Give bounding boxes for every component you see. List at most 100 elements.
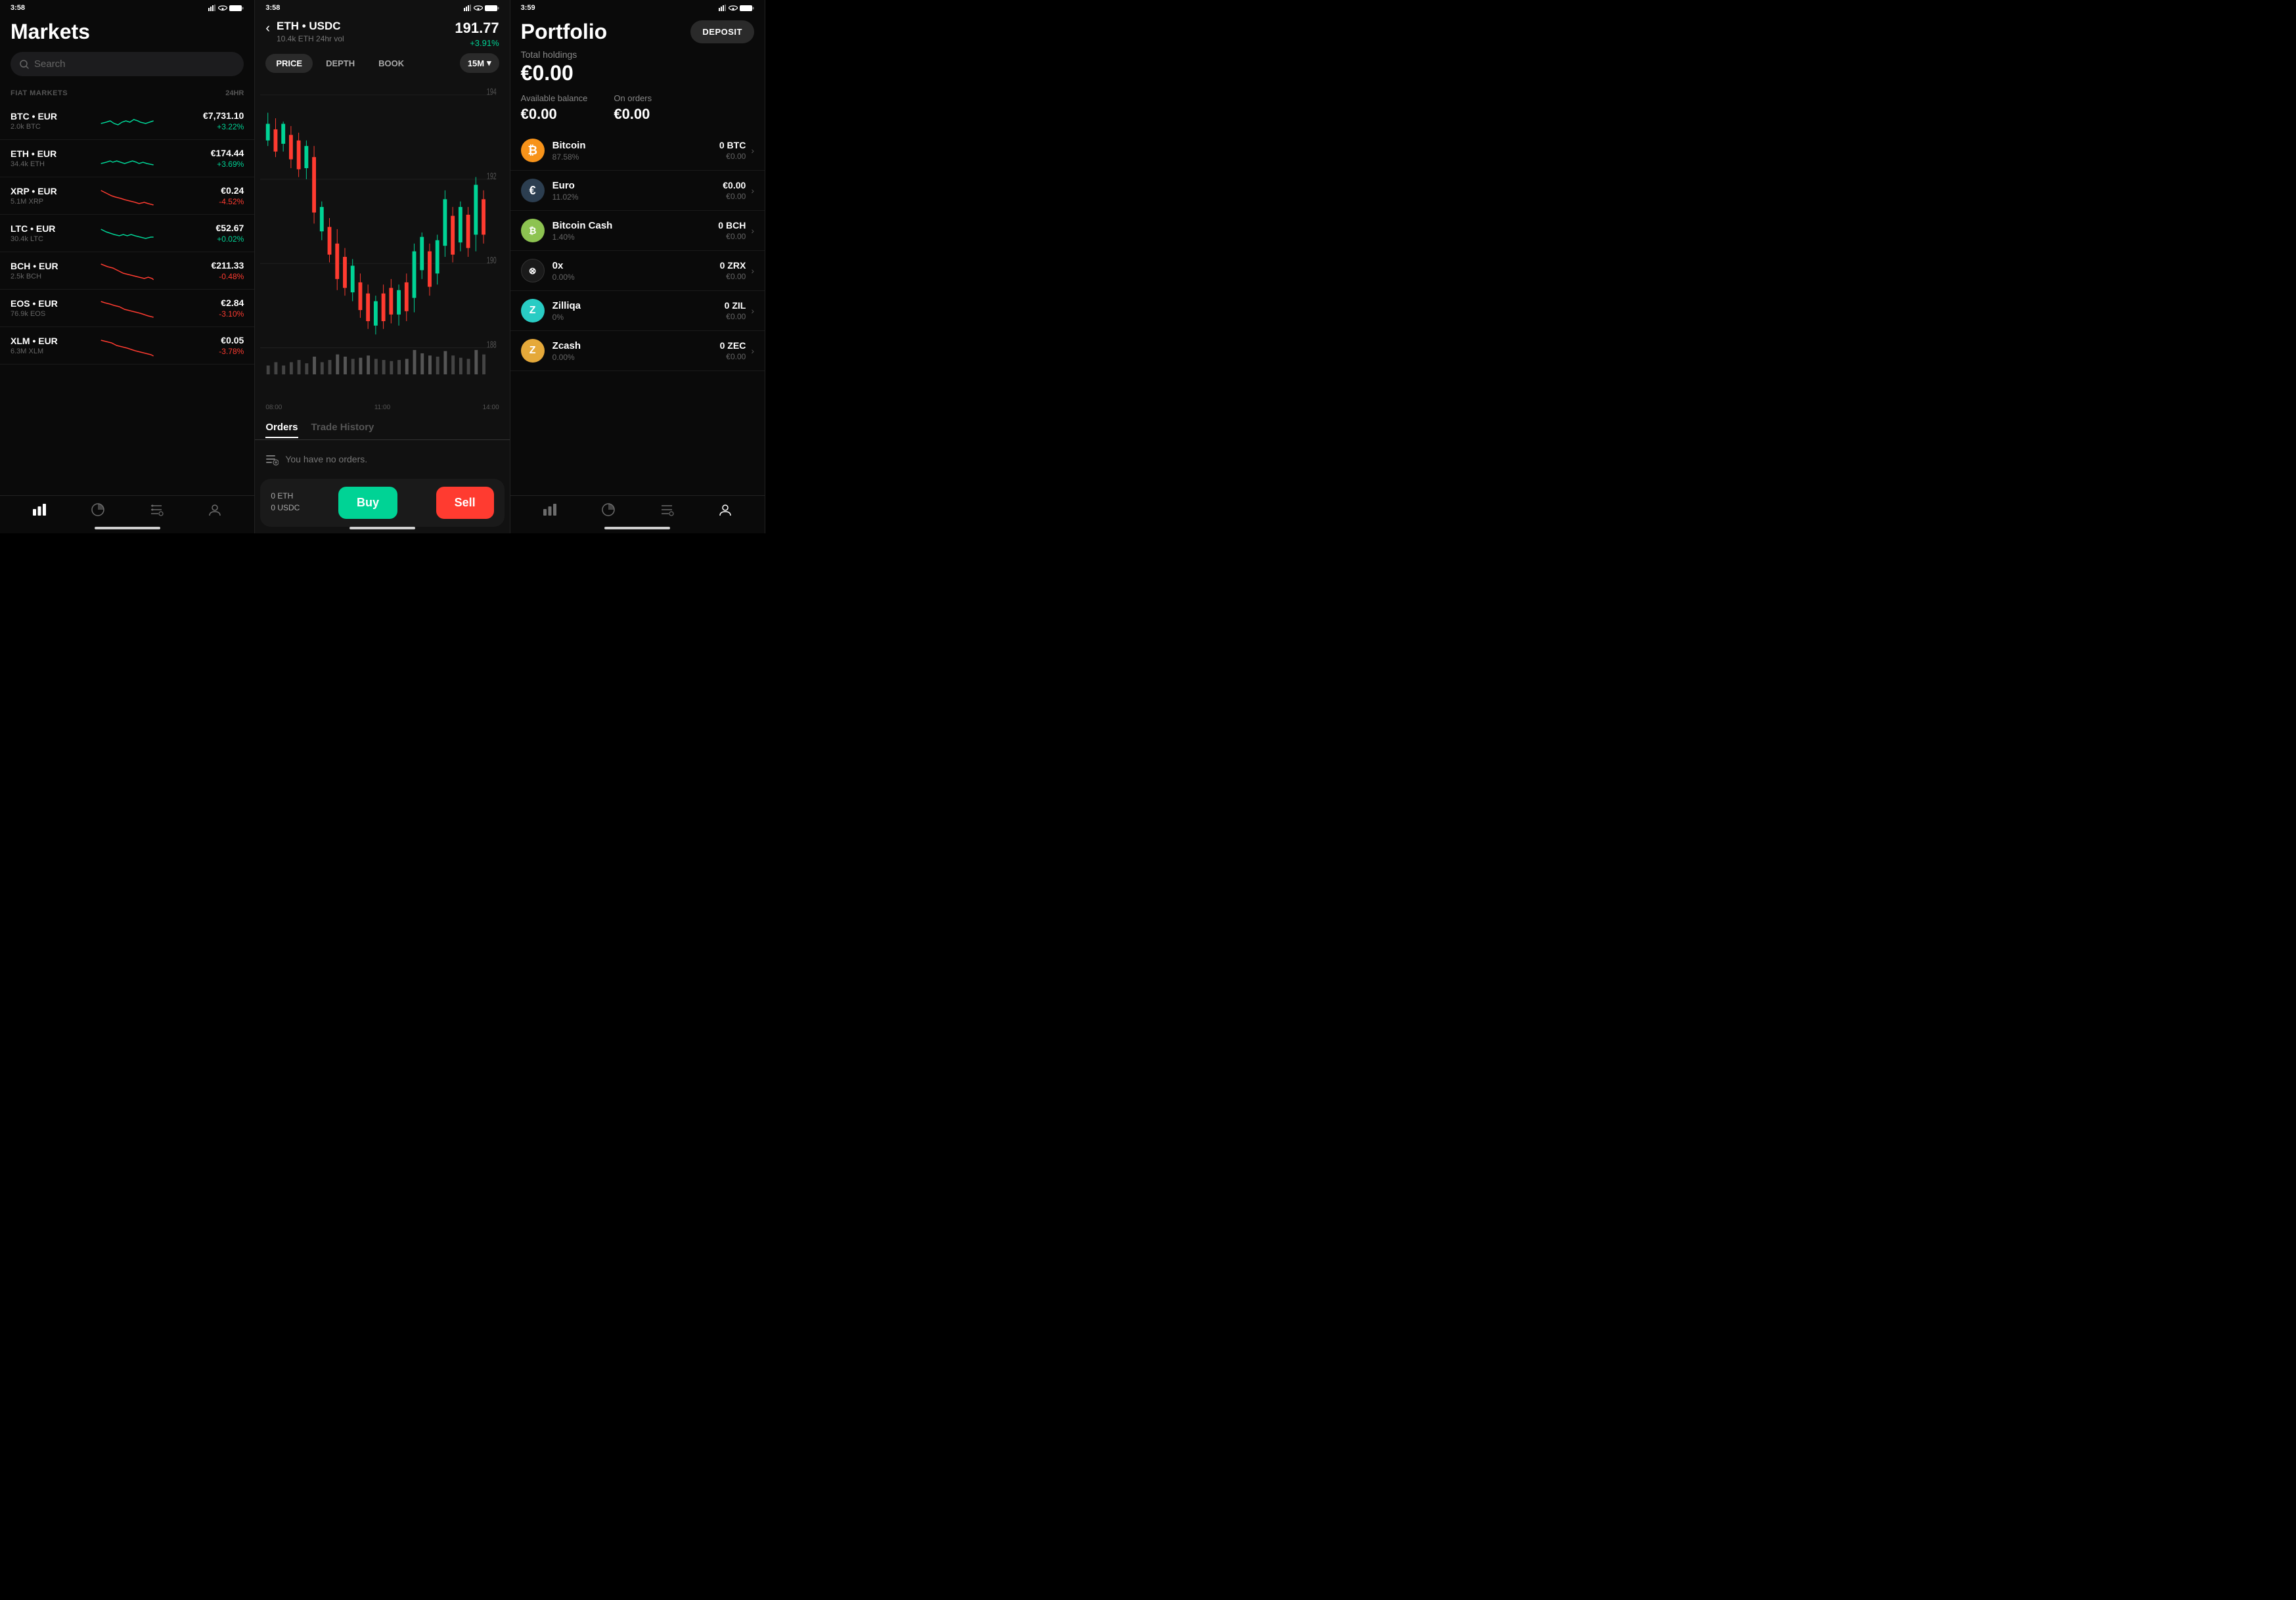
search-bar[interactable]: Search [11,52,244,76]
euro-pct: 11.02% [552,192,723,202]
bch-pct: 1.40% [552,233,719,242]
nav-markets-icon[interactable] [32,502,47,520]
sparkline-1 [70,146,185,170]
asset-item-zil[interactable]: Z Zilliqa 0% 0 ZIL €0.00 › [510,291,765,331]
asset-item-bch[interactable]: ₿ Bitcoin Cash 1.40% 0 BCH €0.00 › [510,211,765,251]
zec-name: Zcash [552,340,720,351]
chart-header: ‹ ETH • USDC 10.4k ETH 24hr vol 191.77 +… [255,14,509,53]
nav-portfolio-icon-3[interactable] [601,502,616,520]
chart-change: +3.91% [455,38,499,48]
24hr-label: 24HR [225,89,244,97]
zil-pct: 0% [552,313,725,322]
euro-crypto: €0.00 [723,180,746,190]
on-orders-value: €0.00 [614,106,652,123]
timeframe-label: 15M [468,58,484,68]
market-item-5[interactable]: EOS • EUR 76.9k EOS €2.84 -3.10% [0,290,254,327]
balance-row: Available balance €0.00 On orders €0.00 [510,93,765,131]
zec-icon: Z [521,339,545,363]
home-indicator-3 [604,527,670,529]
asset-item-bitcoin[interactable]: ₿ Bitcoin 87.58% 0 BTC €0.00 › [510,131,765,171]
market-item-0[interactable]: BTC • EUR 2.0k BTC €7,731.10 +3.22% [0,102,254,140]
sparkline-3 [70,221,185,245]
tab-price[interactable]: PRICE [265,54,313,73]
tab-trade-history[interactable]: Trade History [311,422,374,438]
market-item-4[interactable]: BCH • EUR 2.5k BCH €211.33 -0.48% [0,252,254,290]
usdc-balance: 0 USDC [271,503,300,512]
nav-profile-icon-3[interactable] [718,502,732,520]
chart-pair: ETH • USDC [277,20,448,33]
trade-bottom-bar: 0 ETH 0 USDC Buy Sell [260,479,504,527]
zec-crypto: 0 ZEC [720,340,746,351]
bitcoin-crypto: 0 BTC [719,140,746,150]
zil-name: Zilliqa [552,300,725,311]
zrx-name: 0x [552,260,720,271]
sparkline-2 [70,184,185,208]
markets-title: Markets [0,14,254,52]
search-placeholder: Search [34,58,66,70]
market-pair-4: BCH • EUR [11,261,63,271]
nav-portfolio-icon[interactable] [91,502,105,520]
chart-price: 191.77 [455,20,499,37]
status-icons-2 [464,5,499,12]
market-vol-4: 2.5k BCH [11,273,63,280]
market-vol-6: 6.3M XLM [11,347,63,355]
market-pair-5: EOS • EUR [11,298,63,309]
zec-eur: €0.00 [720,352,746,361]
tab-depth[interactable]: DEPTH [315,54,365,73]
tab-orders[interactable]: Orders [265,422,298,438]
deposit-button[interactable]: DEPOSIT [690,20,754,43]
sparkline-0 [70,109,185,133]
available-balance-col: Available balance €0.00 [521,93,588,123]
back-button[interactable]: ‹ [265,21,270,36]
no-orders-icon [265,453,279,466]
market-change-0: +3.22% [191,122,244,131]
orders-section: Orders Trade History You have no orders. [255,414,509,479]
nav-orders-icon[interactable] [149,502,164,520]
market-item-2[interactable]: XRP • EUR 5.1M XRP €0.24 -4.52% [0,177,254,215]
market-item-3[interactable]: LTC • EUR 30.4k LTC €52.67 +0.02% [0,215,254,252]
eth-balance: 0 ETH [271,491,300,500]
market-price-4: €211.33 [191,260,244,271]
chart-tabs: PRICE DEPTH BOOK 15M ▾ [255,53,509,79]
zrx-pct: 0.00% [552,273,720,282]
nav-profile-icon[interactable] [208,502,222,520]
sparkline-5 [70,296,185,320]
nav-markets-icon-3[interactable] [543,502,557,520]
tab-book[interactable]: BOOK [368,54,415,73]
asset-item-zec[interactable]: Z Zcash 0.00% 0 ZEC €0.00 › [510,331,765,371]
x-label-1: 11:00 [374,404,390,411]
market-change-3: +0.02% [191,234,244,244]
nav-orders-icon-3[interactable] [660,502,674,520]
asset-item-zrx[interactable]: ⊗ 0x 0.00% 0 ZRX €0.00 › [510,251,765,291]
market-item-1[interactable]: ETH • EUR 34.4k ETH €174.44 +3.69% [0,140,254,177]
status-icons-3 [719,5,754,12]
sell-button[interactable]: Sell [436,487,494,519]
asset-item-euro[interactable]: € Euro 11.02% €0.00 €0.00 › [510,171,765,211]
timeframe-button[interactable]: 15M ▾ [460,53,499,73]
available-balance-value: €0.00 [521,106,588,123]
svg-text:194: 194 [487,86,497,97]
chevron-right-icon-2: › [751,185,754,196]
market-vol-0: 2.0k BTC [11,123,63,131]
search-icon [20,60,29,69]
buy-button[interactable]: Buy [338,487,397,519]
market-price-5: €2.84 [191,298,244,308]
svg-text:192: 192 [487,170,497,181]
market-price-1: €174.44 [191,148,244,158]
no-orders-text: You have no orders. [285,454,367,464]
market-price-6: €0.05 [191,335,244,345]
market-item-6[interactable]: XLM • EUR 6.3M XLM €0.05 -3.78% [0,327,254,365]
sparkline-4 [70,259,185,282]
markets-panel: 3:58 Markets Search FIAT MARKETS 24HR BT… [0,0,255,533]
status-bar-1: 3:58 [0,0,254,14]
bch-crypto: 0 BCH [718,220,746,231]
zrx-icon: ⊗ [521,259,545,282]
status-time-2: 3:58 [265,4,280,12]
total-holdings-value: €0.00 [510,61,765,93]
market-change-4: -0.48% [191,272,244,281]
on-orders-col: On orders €0.00 [614,93,652,123]
euro-name: Euro [552,180,723,191]
candlestick-svg: 194 192 190 188 [260,79,504,401]
market-pair-0: BTC • EUR [11,111,63,122]
status-time-1: 3:58 [11,4,25,12]
